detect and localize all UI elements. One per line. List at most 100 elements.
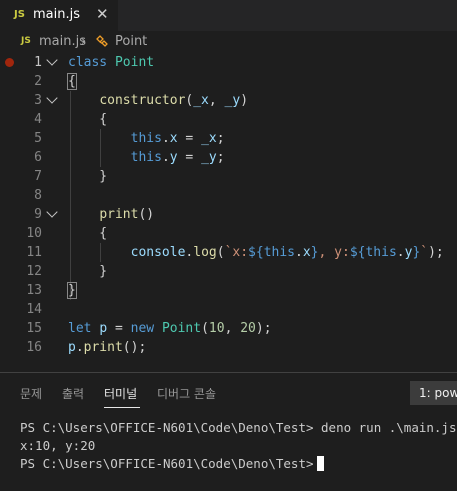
tab-output[interactable]: 출력 <box>62 385 84 402</box>
code-line[interactable]: 12 } <box>0 262 457 281</box>
code-token: constructor <box>99 93 186 108</box>
code-line[interactable]: 16 p.print(); <box>0 338 457 357</box>
code-line[interactable]: 1 class Point <box>0 53 457 72</box>
tab-debug-console[interactable]: 디버그 콘솔 <box>157 385 216 402</box>
line-number: 4 <box>34 112 42 127</box>
code-token: this <box>365 245 397 260</box>
code-line[interactable]: 9 print() <box>0 205 457 224</box>
code-line[interactable]: 14 <box>0 300 457 319</box>
vscode-window: JS main.js ✕ JS main.js › Point 1 class P… <box>0 0 457 491</box>
javascript-file-icon: JS <box>14 9 25 20</box>
terminal-prompt: PS C:\Users\OFFICE-N601\Code\Deno\Test> <box>20 456 314 471</box>
code-line[interactable]: 11 console.log(`x:${this.x}, y:${this.y}… <box>0 243 457 262</box>
code-token: } <box>310 245 319 260</box>
code-text: class Point <box>68 53 154 72</box>
tab-terminal[interactable]: 터미널 <box>104 385 137 402</box>
code-token: ); <box>428 245 444 260</box>
fold-chevron-icon[interactable] <box>46 92 58 104</box>
line-number: 13 <box>26 283 42 298</box>
code-token: , <box>208 93 225 108</box>
code-line[interactable]: 5 this.x = _x; <box>0 129 457 148</box>
code-token: = <box>177 131 202 146</box>
code-token: . <box>75 340 84 355</box>
code-token: console <box>130 245 186 260</box>
code-token: let <box>68 321 92 336</box>
code-token: ; <box>216 150 225 165</box>
chevron-right-icon: › <box>81 34 87 49</box>
editor-tab-bar: JS main.js ✕ <box>0 0 457 31</box>
code-token: _y <box>224 93 241 108</box>
code-text: print() <box>68 205 154 224</box>
close-icon[interactable]: ✕ <box>96 5 109 23</box>
terminal-prompt-line[interactable]: PS C:\Users\OFFICE-N601\Code\Deno\Test> <box>20 455 324 473</box>
terminal-line: PS C:\Users\OFFICE-N601\Code\Deno\Test> … <box>20 420 457 435</box>
code-token: p <box>99 321 108 336</box>
code-token: Point <box>161 321 202 336</box>
code-line[interactable]: 2{ <box>0 72 457 91</box>
code-text: constructor(_x, _y) <box>68 91 248 110</box>
code-line[interactable]: 4 { <box>0 110 457 129</box>
code-token: { <box>68 226 108 241</box>
code-token: = <box>107 321 131 336</box>
tab-main-js[interactable]: JS main.js ✕ <box>0 0 118 31</box>
code-token: 10 <box>208 321 225 336</box>
code-line[interactable]: 13} <box>0 281 457 300</box>
code-token: ); <box>255 321 272 336</box>
terminal-selector[interactable]: 1: pow <box>410 381 457 405</box>
line-number: 7 <box>34 169 42 184</box>
code-line[interactable]: 6 this.y = _y; <box>0 148 457 167</box>
breakpoint-icon[interactable] <box>5 58 14 67</box>
code-text: p.print(); <box>68 338 146 357</box>
tab-label: main.js <box>33 7 80 22</box>
code-text: let p = new Point(10, 20); <box>68 319 272 338</box>
code-text: { <box>68 224 107 243</box>
line-number: 1 <box>34 55 42 70</box>
breadcrumb-file[interactable]: main.js <box>39 34 86 49</box>
code-token: () <box>138 207 155 222</box>
code-token: log <box>193 245 217 260</box>
breadcrumb-symbol[interactable]: Point <box>115 34 147 49</box>
code-token: this <box>130 131 162 146</box>
code-token: ; <box>216 131 225 146</box>
code-token: Point <box>114 55 155 70</box>
active-tab-indicator <box>104 407 140 408</box>
code-token: } <box>68 169 108 184</box>
class-symbol-icon <box>95 34 109 52</box>
fold-chevron-icon[interactable] <box>46 206 58 218</box>
code-token: `x: <box>224 245 249 260</box>
line-number: 5 <box>34 131 42 146</box>
code-token: _x <box>193 93 209 108</box>
code-line[interactable]: 3 constructor(_x, _y) <box>0 91 457 110</box>
line-number: 3 <box>34 93 42 108</box>
code-text: { <box>68 110 107 129</box>
code-editor[interactable]: 1 class Point 2{3 constructor(_x, _y) 4 {5 … <box>0 53 457 365</box>
code-token: . <box>396 245 405 260</box>
code-token: _x <box>201 131 217 146</box>
code-text: console.log(`x:${this.x}, y:${this.y}`); <box>68 243 444 262</box>
code-line[interactable]: 10 { <box>0 224 457 243</box>
code-token: 20 <box>240 321 256 336</box>
code-token: } <box>67 282 77 299</box>
code-token: { <box>68 112 108 127</box>
code-line[interactable]: 8 <box>0 186 457 205</box>
line-number: 2 <box>34 74 42 89</box>
code-token: (); <box>122 340 147 355</box>
code-token: ) <box>240 93 249 108</box>
code-line[interactable]: 7 } <box>0 167 457 186</box>
code-token: p <box>68 340 76 355</box>
code-token: { <box>67 73 77 90</box>
tab-problems[interactable]: 문제 <box>20 385 42 402</box>
code-line[interactable]: 15 let p = new Point(10, 20); <box>0 319 457 338</box>
code-token: print <box>99 207 139 222</box>
fold-chevron-icon[interactable] <box>46 54 58 66</box>
line-number: 10 <box>26 226 42 241</box>
line-number: 11 <box>26 245 42 260</box>
code-token: this <box>263 245 296 260</box>
line-number: 9 <box>34 207 42 222</box>
code-token: x <box>169 131 178 146</box>
